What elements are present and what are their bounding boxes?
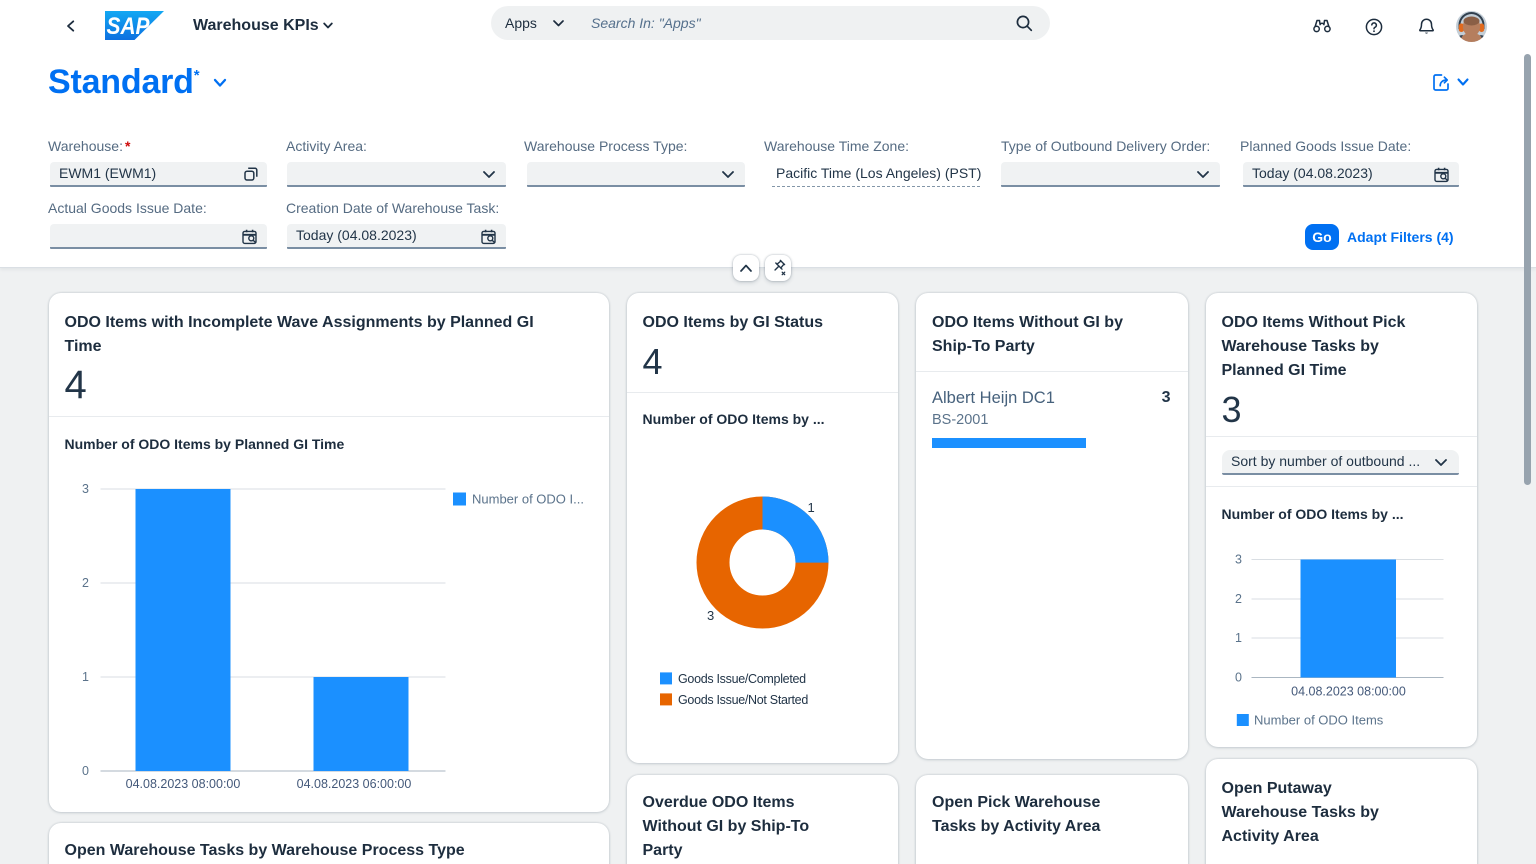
svg-text:1: 1 bbox=[1235, 631, 1242, 645]
svg-text:Number of ODO Items: Number of ODO Items bbox=[1254, 713, 1384, 728]
svg-text:0: 0 bbox=[82, 764, 89, 778]
svg-text:3: 3 bbox=[707, 608, 714, 623]
svg-text:2: 2 bbox=[82, 576, 89, 590]
svg-text:SAP: SAP bbox=[107, 13, 151, 40]
svg-text:3: 3 bbox=[82, 482, 89, 496]
svg-text:3: 3 bbox=[1235, 553, 1242, 567]
svg-text:Goods Issue/Completed: Goods Issue/Completed bbox=[678, 672, 806, 686]
svg-text:1: 1 bbox=[807, 500, 814, 515]
svg-text:04.08.2023 08:00:00: 04.08.2023 08:00:00 bbox=[125, 777, 240, 791]
svg-text:04.08.2023 08:00:00: 04.08.2023 08:00:00 bbox=[1291, 685, 1406, 699]
svg-text:1: 1 bbox=[82, 670, 89, 684]
svg-text:0: 0 bbox=[1235, 671, 1242, 685]
svg-text:Goods Issue/Not Started: Goods Issue/Not Started bbox=[678, 693, 808, 707]
svg-text:Number of ODO I...: Number of ODO I... bbox=[472, 492, 584, 507]
svg-text:2: 2 bbox=[1235, 592, 1242, 606]
svg-text:04.08.2023 06:00:00: 04.08.2023 06:00:00 bbox=[296, 777, 411, 791]
